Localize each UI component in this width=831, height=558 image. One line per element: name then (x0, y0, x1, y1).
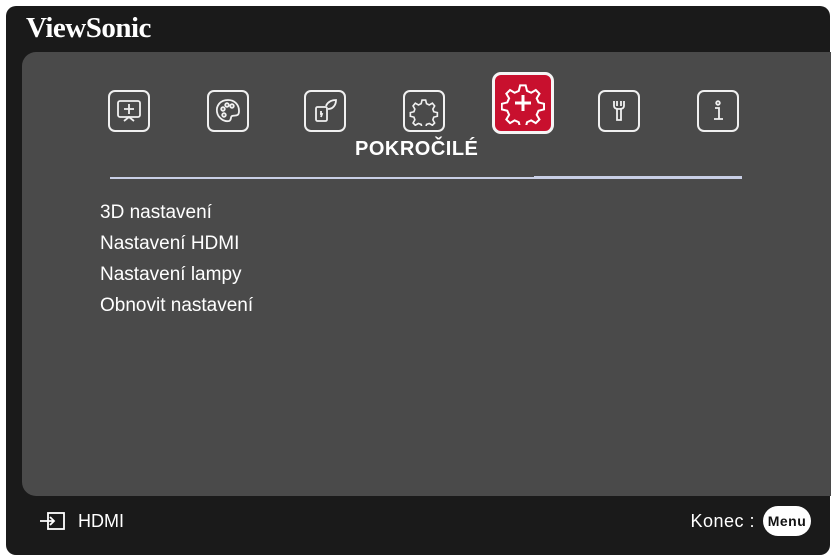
advanced-gear-plus-icon[interactable] (492, 72, 554, 134)
menu-item-hdmi-settings[interactable]: Nastavení HDMI (100, 233, 239, 255)
input-source: HDMI (38, 510, 124, 532)
input-source-label: HDMI (78, 510, 124, 531)
menu-title: POKROČILÉ (355, 138, 479, 160)
menu-divider (110, 176, 742, 179)
menu-button[interactable]: Menu (763, 506, 811, 536)
exit-hint: Konec : Menu (690, 506, 811, 536)
input-source-icon (40, 512, 65, 530)
display-icon[interactable] (108, 90, 150, 132)
brand-logo: ViewSonic (26, 12, 151, 44)
system-wrench-icon[interactable] (598, 90, 640, 132)
menu-item-3d-settings[interactable]: 3D nastavení (100, 202, 212, 224)
information-icon[interactable] (697, 90, 739, 132)
power-eco-icon[interactable] (304, 90, 346, 132)
menu-item-lamp-settings[interactable]: Nastavení lampy (100, 264, 242, 286)
menu-item-reset-settings[interactable]: Obnovit nastavení (100, 295, 253, 317)
picture-palette-icon[interactable] (207, 90, 249, 132)
basic-gear-icon[interactable] (403, 90, 445, 132)
divider-highlight (534, 176, 742, 179)
exit-label: Konec : (690, 510, 755, 531)
